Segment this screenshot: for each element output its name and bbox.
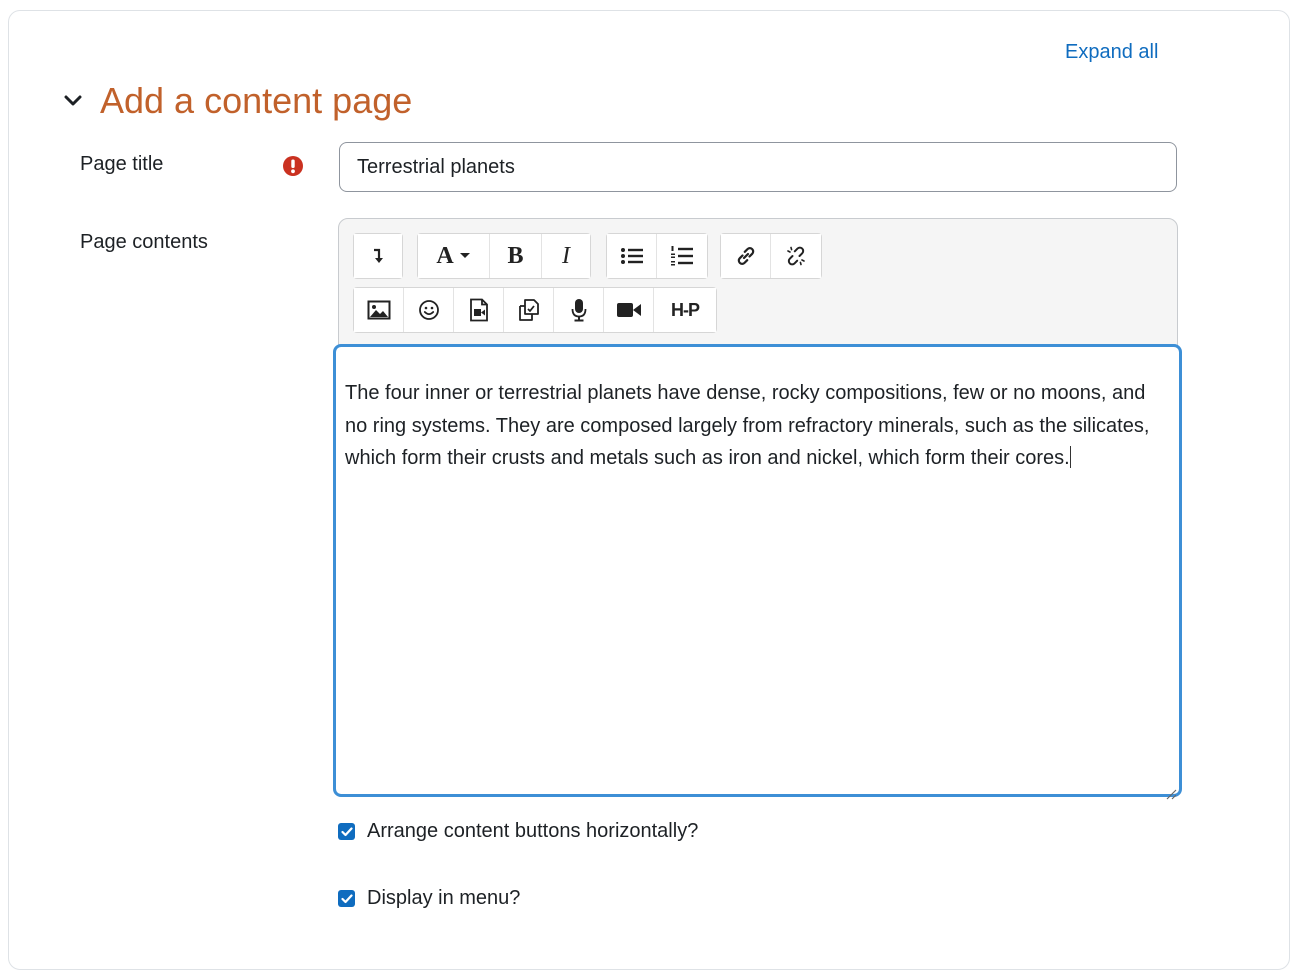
- font-style-button[interactable]: A: [418, 234, 490, 278]
- unordered-list-button[interactable]: [607, 234, 657, 278]
- arrange-horizontally-checkbox[interactable]: [338, 823, 355, 840]
- font-style-icon: A: [436, 242, 454, 269]
- page-title-label: Page title: [80, 153, 164, 175]
- page-title-input[interactable]: [339, 142, 1177, 192]
- display-in-menu-checkbox[interactable]: [338, 890, 355, 907]
- ordered-list-icon: [670, 245, 694, 267]
- emoji-icon: [418, 299, 440, 321]
- record-video-icon: [616, 301, 642, 319]
- bold-button[interactable]: B: [490, 234, 542, 278]
- toolbar-group-style: [353, 233, 403, 279]
- h5p-button[interactable]: H-P: [654, 288, 716, 332]
- arrange-horizontally-row: Arrange content buttons horizontally?: [338, 820, 698, 843]
- media-icon: [469, 298, 489, 322]
- display-in-menu-label[interactable]: Display in menu?: [367, 887, 520, 910]
- toolbar-group-insert: H-P: [353, 287, 717, 333]
- link-button[interactable]: [721, 234, 771, 278]
- required-icon: [282, 155, 304, 177]
- toolbar-group-lists: [606, 233, 708, 279]
- italic-button[interactable]: I: [542, 234, 590, 278]
- h5p-icon: H-P: [671, 299, 700, 320]
- unordered-list-icon: [620, 246, 644, 266]
- editor-content-area[interactable]: The four inner or terrestrial planets ha…: [333, 344, 1182, 800]
- text-cursor: [1069, 446, 1071, 468]
- editor-content-text: The four inner or terrestrial planets ha…: [345, 382, 1150, 469]
- italic-icon: I: [562, 242, 570, 269]
- record-video-button[interactable]: [604, 288, 654, 332]
- manage-files-icon: [517, 298, 541, 322]
- record-audio-icon: [571, 298, 587, 322]
- bold-icon: B: [507, 242, 524, 269]
- page-contents-label: Page contents: [80, 231, 208, 253]
- paragraph-direction-icon: [371, 248, 385, 264]
- media-button[interactable]: [454, 288, 504, 332]
- expand-all-link[interactable]: Expand all: [1065, 41, 1158, 64]
- section-title: Add a content page: [100, 80, 413, 121]
- display-in-menu-row: Display in menu?: [338, 887, 520, 910]
- resize-handle-icon[interactable]: [1163, 778, 1177, 800]
- record-audio-button[interactable]: [554, 288, 604, 332]
- emoji-button[interactable]: [404, 288, 454, 332]
- link-icon: [735, 245, 757, 267]
- unlink-icon: [784, 244, 808, 268]
- toolbar-group-links: [720, 233, 822, 279]
- paragraph-direction-button[interactable]: [354, 234, 402, 278]
- image-button[interactable]: [354, 288, 404, 332]
- chevron-down-icon[interactable]: [58, 86, 88, 116]
- ordered-list-button[interactable]: [657, 234, 707, 278]
- toolbar-group-font: A B I: [417, 233, 591, 279]
- section-header: Add a content page: [58, 80, 412, 122]
- unlink-button[interactable]: [771, 234, 821, 278]
- manage-files-button[interactable]: [504, 288, 554, 332]
- image-icon: [367, 300, 391, 320]
- arrange-horizontally-label[interactable]: Arrange content buttons horizontally?: [367, 820, 698, 843]
